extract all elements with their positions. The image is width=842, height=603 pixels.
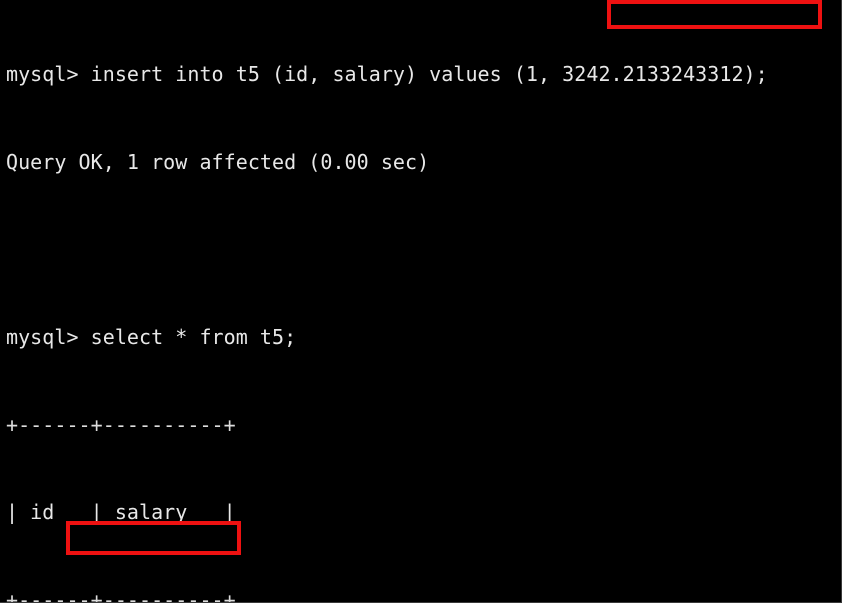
terminal-line-insert-result: Query OK, 1 row affected (0.00 sec) [6,150,430,174]
terminal-output[interactable]: mysql> insert into t5 (id, salary) value… [0,0,841,603]
terminal-line-select-command: mysql> select * from t5; [6,325,297,350]
terminal-window: mysql> insert into t5 (id, salary) value… [0,0,842,603]
table-header-separator: +------+----------+ [6,587,236,603]
table-header-row: | id | salary | [6,500,236,525]
terminal-line-insert-command: mysql> insert into t5 (id, salary) value… [6,62,768,87]
table-top-border: +------+----------+ [6,412,236,437]
